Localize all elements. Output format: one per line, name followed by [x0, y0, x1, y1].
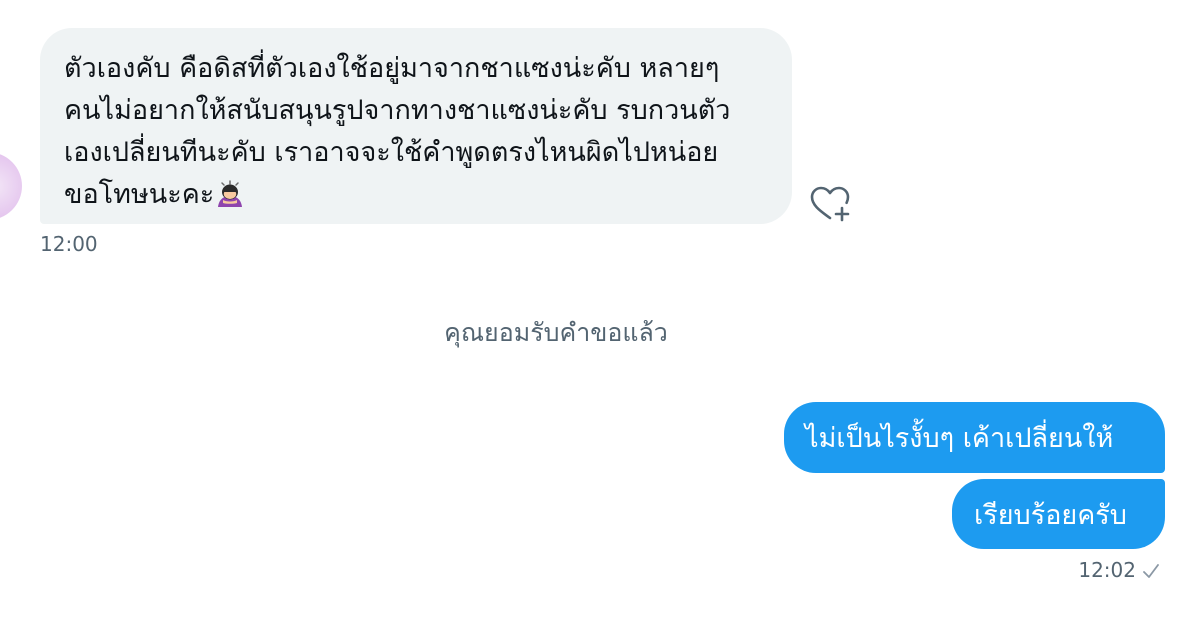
received-timestamp: 12:00: [40, 232, 98, 256]
message-line: คนไม่อยากให้สนับสนุนรูปจากทางชาแซงน่ะคับ…: [64, 95, 731, 126]
sent-message-bubble[interactable]: ไม่เป็นไรงั้บๆ เค้าเปลี่ยนให้: [784, 402, 1165, 473]
received-message-bubble[interactable]: ตัวเองคับ คือดิสที่ตัวเองใช้อยู่มาจากชาแ…: [40, 28, 792, 224]
message-line-text: ขอโทษนะคะ: [64, 179, 215, 210]
sent-timestamp: 12:02: [1078, 558, 1136, 582]
sender-avatar[interactable]: [0, 152, 22, 220]
heart-plus-icon[interactable]: [808, 184, 852, 224]
person-bowing-emoji: [218, 180, 243, 207]
sent-message-bubble[interactable]: เรียบร้อยครับ: [952, 479, 1165, 549]
check-icon: [1143, 564, 1159, 578]
message-line: ตัวเองคับ คือดิสที่ตัวเองใช้อยู่มาจากชาแ…: [64, 53, 720, 84]
sent-message-text: ไม่เป็นไรงั้บๆ เค้าเปลี่ยนให้: [805, 423, 1114, 454]
message-line-last: ขอโทษนะคะ: [64, 174, 772, 216]
request-accepted-notice: คุณยอมรับคำขอแล้ว: [444, 318, 668, 347]
message-line: เองเปลี่ยนทีนะคับ เราอาจจะใช้คำพูดตรงไหน…: [64, 137, 719, 168]
sent-message-text: เรียบร้อยครับ: [974, 499, 1127, 531]
